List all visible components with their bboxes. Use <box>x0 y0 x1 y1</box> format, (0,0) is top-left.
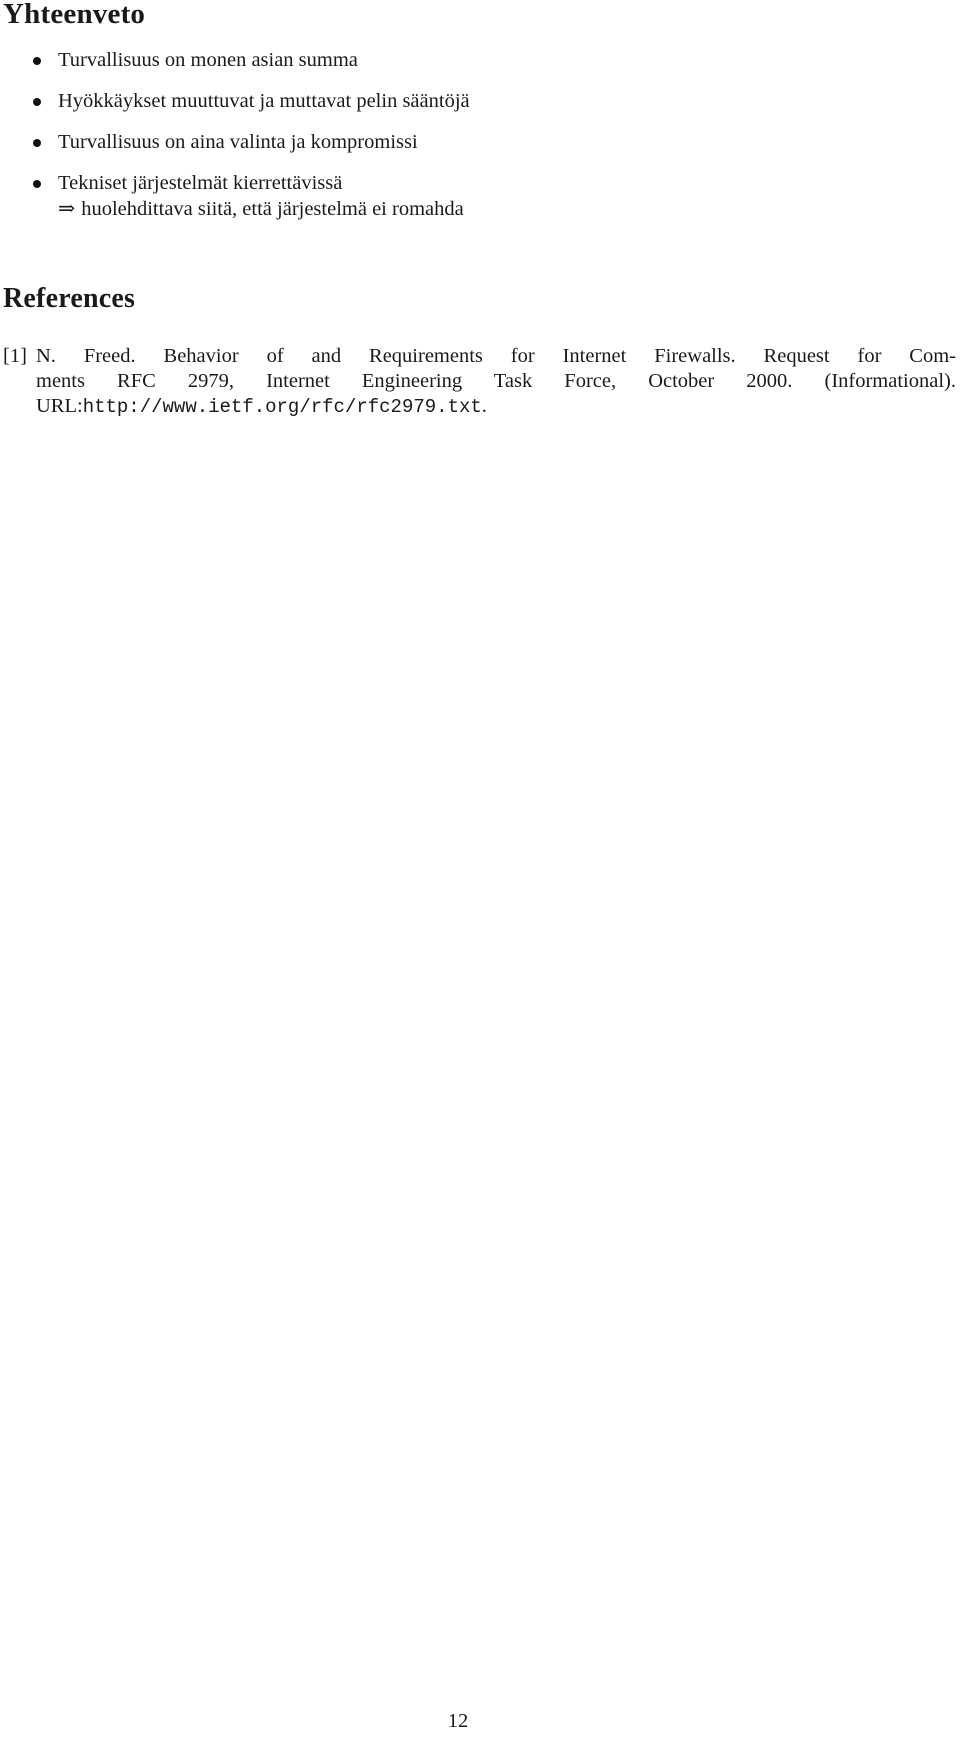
bullet-subline-text: huolehdittava siitä, että järjestelmä ei… <box>81 198 464 220</box>
reference-url-prefix: URL: <box>36 395 83 417</box>
bullet-text: Tekniset järjestelmät kierrettävissä <box>58 172 343 194</box>
reference-url-link[interactable]: http://www.ietf.org/rfc/rfc2979.txt <box>83 396 482 418</box>
reference-url-line: URL:http://www.ietf.org/rfc/rfc2979.txt. <box>36 394 956 420</box>
reference-line: N. Freed. Behavior of and Requirements f… <box>36 345 956 367</box>
section-title-summary: Yhteenveto <box>3 0 146 30</box>
reference-line: ments RFC 2979, Internet Engineering Tas… <box>36 370 956 392</box>
bullet-icon <box>33 139 41 147</box>
page-number-text: 12 <box>447 1710 469 1732</box>
section-title-references: References <box>3 283 136 314</box>
reference-entry: [1] N. Freed. Behavior of and Requiremen… <box>3 344 956 420</box>
bullet-subline: ⇒ huolehdittava siitä, että järjestelmä e… <box>58 196 464 222</box>
bullet-text: Turvallisuus on aina valinta ja kompromi… <box>58 131 418 153</box>
implies-arrow-icon: ⇒ <box>58 198 76 220</box>
bullet-text: Turvallisuus on monen asian summa <box>58 49 358 71</box>
bullet-text: Hyökkäykset muuttuvat ja muttavat pelin … <box>58 90 470 112</box>
bullet-icon <box>33 180 41 188</box>
bullet-icon <box>33 98 41 106</box>
bullet-icon <box>33 57 41 65</box>
reference-label: [1] <box>3 345 27 367</box>
page-number: 12 <box>0 1710 960 1733</box>
reference-body: N. Freed. Behavior of and Requirements f… <box>36 344 956 420</box>
reference-url-suffix: . <box>481 395 487 417</box>
